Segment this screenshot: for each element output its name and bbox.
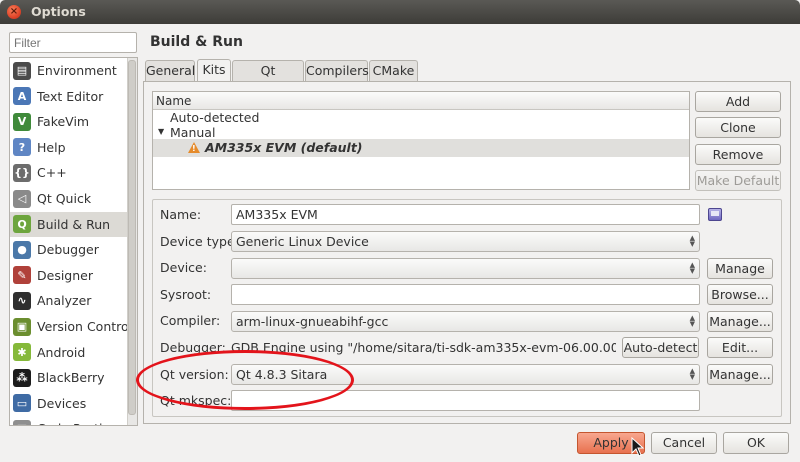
sidebar-item-label: Devices bbox=[37, 395, 87, 411]
sidebar-item-help[interactable]: ? Help bbox=[10, 135, 128, 160]
category-list: ▤ Environment A Text Editor V FakeVim? Help {} C… bbox=[9, 57, 138, 426]
tab-compilers[interactable]: Compilers bbox=[305, 60, 369, 82]
red-annotation-ellipse bbox=[136, 350, 354, 410]
compiler-manage-button[interactable]: Manage... bbox=[707, 311, 773, 332]
sidebar-item-label: C++ bbox=[37, 165, 67, 181]
tab-general[interactable]: General bbox=[145, 60, 195, 82]
sidebar-item-label: Build & Run bbox=[37, 216, 111, 232]
sidebar-item-build-run[interactable]: Q Build & Run bbox=[10, 211, 128, 237]
warning-mark: ! bbox=[192, 144, 196, 153]
expand-arrow-icon[interactable]: ▼ bbox=[158, 127, 164, 136]
sidebar-item-label: Environment bbox=[37, 63, 117, 78]
device-image-icon[interactable] bbox=[708, 208, 722, 221]
sidebar-item-label: Text Editor bbox=[37, 88, 104, 104]
compiler-label: Compiler: bbox=[160, 313, 221, 328]
remove-button[interactable]: Remove bbox=[695, 144, 781, 165]
combo-arrows-icon: ▲ ▼ bbox=[689, 367, 695, 381]
designer-icon: ✎ bbox=[13, 266, 31, 285]
cpp-icon: {} bbox=[13, 163, 31, 182]
qt-version-manage-button[interactable]: Manage... bbox=[707, 364, 773, 385]
name-field[interactable]: AM335x EVM bbox=[231, 204, 700, 225]
combo-arrows-icon: ▲ ▼ bbox=[689, 314, 695, 328]
help-icon: ? bbox=[13, 138, 31, 157]
mouse-cursor-icon bbox=[631, 437, 645, 457]
sidebar-item-qt-quick[interactable]: ◁ Qt Quick bbox=[10, 186, 128, 211]
sysroot-label: Sysroot: bbox=[160, 287, 212, 302]
qt-quick-icon: ◁ bbox=[13, 189, 31, 208]
sidebar-item-environment[interactable]: ▤ Environment bbox=[10, 58, 128, 83]
sidebar-item-label: Help bbox=[37, 139, 66, 155]
sysroot-field[interactable] bbox=[231, 284, 700, 305]
devices-icon: ▭ bbox=[13, 394, 31, 413]
build-run-icon: Q bbox=[13, 215, 31, 234]
device-type-value: Generic Linux Device bbox=[236, 234, 369, 249]
analyzer-icon: ∿ bbox=[13, 291, 31, 310]
tab-cmake[interactable]: CMake bbox=[369, 60, 418, 82]
tab-qt-versions[interactable]: Qt Versions bbox=[232, 60, 304, 98]
page-title: Build & Run bbox=[150, 34, 243, 50]
add-button[interactable]: Add bbox=[695, 91, 781, 112]
clone-button[interactable]: Clone bbox=[695, 117, 781, 138]
device-type-label: Device type: bbox=[160, 234, 239, 249]
filter-input[interactable] bbox=[9, 32, 137, 53]
cancel-button[interactable]: Cancel bbox=[651, 432, 717, 454]
code-pasting-icon: ▤ bbox=[13, 419, 31, 425]
sidebar-item-label: Debugger bbox=[37, 242, 99, 258]
tab-kits[interactable]: Kits bbox=[197, 59, 231, 82]
blackberry-icon: ⁂ bbox=[13, 368, 31, 387]
device-manage-button[interactable]: Manage bbox=[707, 258, 773, 279]
version-control-icon: ▣ bbox=[13, 317, 31, 336]
sidebar-item-label: Version Control bbox=[37, 319, 133, 334]
warning-icon: ! bbox=[188, 142, 200, 153]
device-label: Device: bbox=[160, 260, 207, 275]
sidebar-item-label: Qt Quick bbox=[37, 191, 92, 206]
selected-kit-label[interactable]: AM335x EVM (default) bbox=[205, 140, 363, 155]
sidebar-item-version-control[interactable]: ▣ Version Control bbox=[10, 314, 132, 339]
compiler-combo[interactable]: arm-linux-gnueabihf-gcc ▲ ▼ bbox=[231, 311, 700, 332]
sidebar-item-designer[interactable]: ✎ Designer bbox=[10, 263, 128, 288]
kit-tree-header[interactable]: Name bbox=[153, 92, 689, 110]
debugger-edit-button[interactable]: Edit... bbox=[707, 337, 773, 358]
sidebar-item-analyzer[interactable]: ∿ Analyzer bbox=[10, 288, 128, 313]
sidebar-item-c[interactable]: {} C++ bbox=[10, 160, 128, 185]
text-editor-icon: A bbox=[13, 87, 31, 106]
sidebar-item-label: Analyzer bbox=[37, 293, 92, 309]
environment-icon: ▤ bbox=[13, 61, 31, 80]
android-icon: ✱ bbox=[13, 343, 31, 362]
sidebar-item-debugger[interactable]: ● Debugger bbox=[10, 237, 128, 262]
sidebar-item-label: Code Pasting bbox=[37, 421, 118, 425]
tree-group-manual[interactable]: Manual bbox=[170, 125, 215, 140]
sidebar-item-devices[interactable]: ▭ Devices bbox=[10, 391, 128, 416]
title-bar: × Options bbox=[0, 0, 800, 24]
device-type-combo[interactable]: Generic Linux Device ▲ ▼ bbox=[231, 231, 700, 252]
sidebar-item-blackberry[interactable]: ⁂ BlackBerry bbox=[10, 365, 128, 390]
compiler-value: arm-linux-gnueabihf-gcc bbox=[236, 314, 389, 329]
sidebar-item-text-editor[interactable]: A Text Editor bbox=[10, 84, 128, 109]
sidebar-item-android[interactable]: ✱ Android bbox=[10, 340, 128, 365]
sysroot-browse-button[interactable]: Browse... bbox=[707, 284, 773, 305]
ok-button[interactable]: OK bbox=[723, 432, 789, 454]
device-combo[interactable]: ▲ ▼ bbox=[231, 258, 700, 279]
combo-arrows-icon: ▲ ▼ bbox=[689, 234, 695, 248]
combo-arrows-icon: ▲ ▼ bbox=[689, 261, 695, 275]
sidebar-item-label: Designer bbox=[37, 267, 93, 283]
make-default-button[interactable]: Make Default bbox=[695, 170, 781, 191]
sidebar-item-label: Android bbox=[37, 344, 86, 360]
debugger-icon: ● bbox=[13, 240, 31, 259]
sidebar-item-fakevim[interactable]: V FakeVim bbox=[10, 109, 128, 134]
sidebar-item-code-pasting[interactable]: ▤ Code Pasting bbox=[10, 416, 128, 425]
window-title: Options bbox=[31, 4, 86, 19]
sidebar-item-label: FakeVim bbox=[37, 114, 90, 130]
category-scrollbar-thumb[interactable] bbox=[128, 60, 136, 415]
tree-group-auto-detected[interactable]: Auto-detected bbox=[170, 110, 259, 125]
sidebar-item-label: BlackBerry bbox=[37, 370, 105, 386]
debugger-auto-detect-button[interactable]: Auto-detect bbox=[622, 337, 699, 358]
name-label: Name: bbox=[160, 207, 202, 222]
fakevim-icon: V bbox=[13, 112, 31, 131]
close-icon[interactable]: × bbox=[7, 5, 21, 19]
